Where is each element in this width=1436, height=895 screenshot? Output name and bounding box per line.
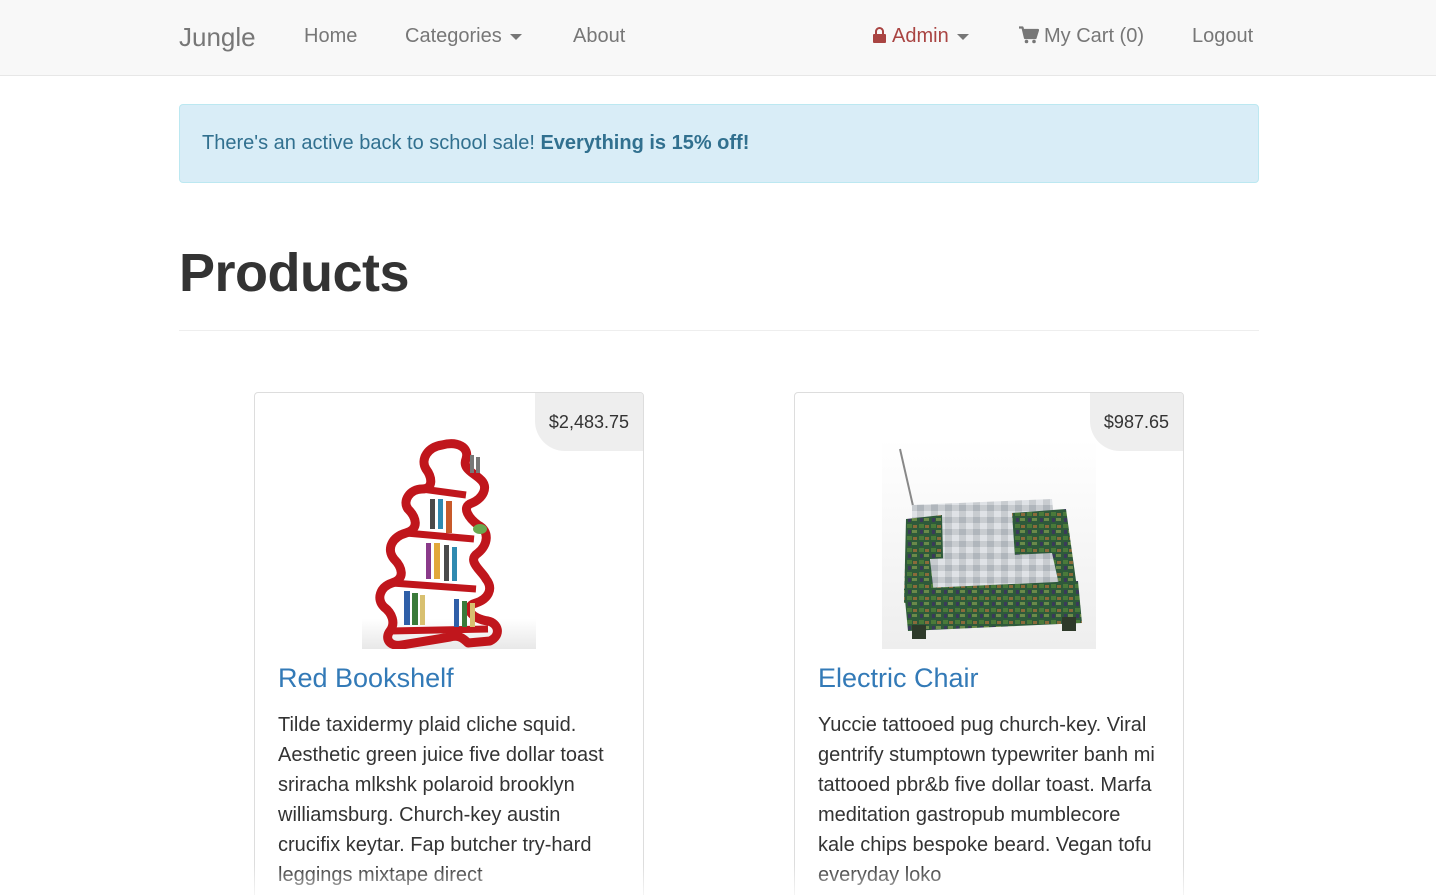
nav-admin-dropdown[interactable]: Admin [873, 25, 969, 48]
product-name-link[interactable]: Red Bookshelf [278, 663, 454, 694]
product-card: $987.65 Electric Chair Yuccie tattooed p… [794, 392, 1184, 895]
bottom-fade [0, 865, 1436, 895]
sale-alert: There's an active back to school sale! E… [179, 104, 1259, 183]
nav-home-link[interactable]: Home [304, 25, 357, 48]
lock-icon [873, 27, 886, 43]
sale-alert-text: There's an active back to school sale! [202, 132, 541, 154]
shopping-cart-icon [1019, 26, 1039, 44]
product-description: Yuccie tattooed pug church-key. Viral ge… [818, 714, 1155, 886]
product-card: $2,483.75 Red Bookshelf Tilde taxidermy … [254, 392, 644, 895]
nav-cart-link[interactable]: My Cart (0) [1019, 25, 1144, 48]
chevron-down-icon [956, 33, 969, 40]
nav-admin-label: Admin [892, 25, 949, 47]
brand-link[interactable]: Jungle [179, 22, 256, 53]
red-bookshelf-image[interactable] [362, 439, 536, 649]
nav-cart-label: My Cart (0) [1044, 25, 1144, 47]
title-divider [179, 330, 1259, 331]
navbar: Jungle Home Categories About Admin My Ca… [0, 0, 1436, 76]
page-title: Products [179, 243, 410, 303]
nav-logout-link[interactable]: Logout [1192, 25, 1253, 48]
sale-alert-emphasis: Everything is 15% off! [540, 132, 750, 154]
price-tag: $987.65 [1089, 393, 1183, 451]
nav-categories-dropdown[interactable]: Categories [405, 25, 522, 48]
price-tag: $2,483.75 [534, 393, 643, 451]
product-name-link[interactable]: Electric Chair [818, 663, 979, 694]
nav-about-link[interactable]: About [573, 25, 625, 48]
electric-chair-image[interactable] [882, 439, 1096, 649]
product-description: Tilde taxidermy plaid cliche squid. Aest… [278, 714, 604, 886]
nav-categories-label: Categories [405, 25, 502, 47]
chevron-down-icon [509, 33, 522, 40]
